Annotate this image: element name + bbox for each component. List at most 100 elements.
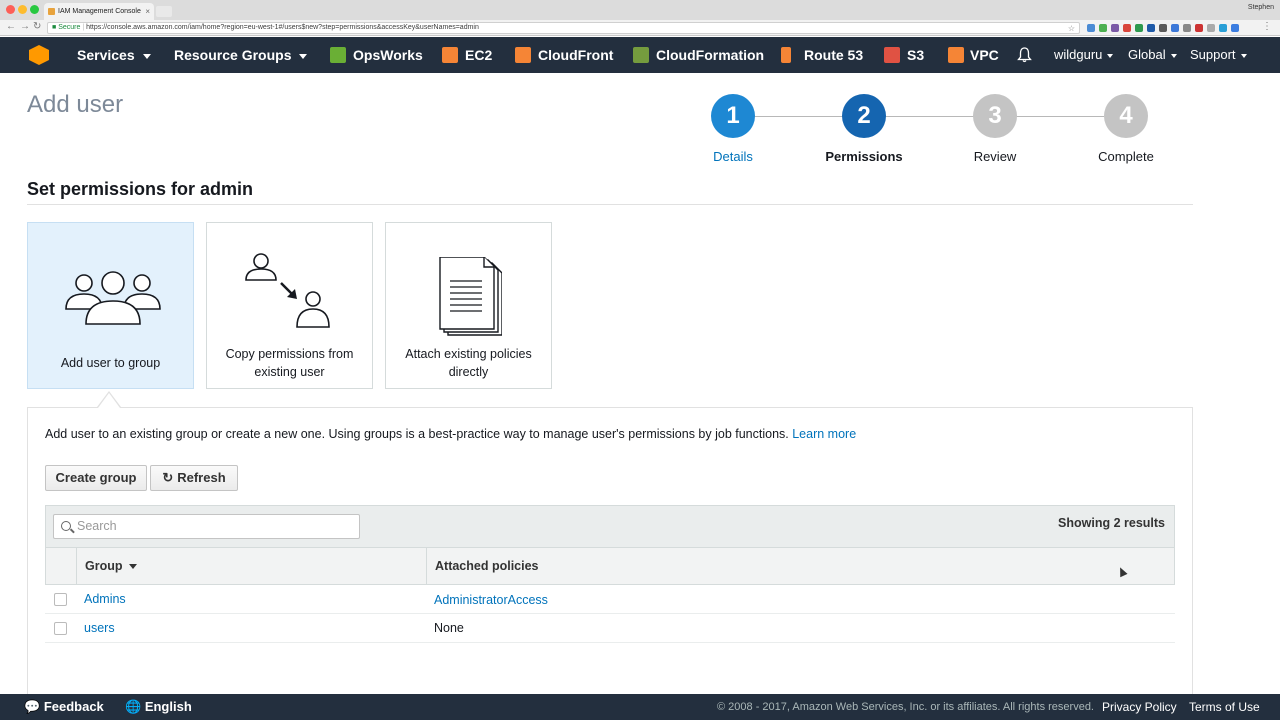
extension-icon[interactable] <box>1087 24 1095 32</box>
extension-icon[interactable] <box>1219 24 1227 32</box>
shortcut-cloudformation[interactable]: CloudFormation <box>656 37 764 73</box>
group-name-link[interactable]: users <box>84 614 115 643</box>
page-title: Add user <box>27 91 124 118</box>
cloudfront-icon <box>515 47 531 63</box>
bell-icon[interactable] <box>1017 47 1032 63</box>
new-tab-button[interactable] <box>156 6 172 17</box>
column-header-attached-policies[interactable]: Attached policies <box>435 548 539 584</box>
forward-arrow-icon[interactable]: → <box>20 21 30 32</box>
extension-icon[interactable] <box>1099 24 1107 32</box>
close-window-button[interactable] <box>6 5 15 14</box>
terms-of-use-link[interactable]: Terms of Use <box>1189 694 1260 720</box>
chevron-down-icon <box>1107 53 1114 58</box>
create-group-button[interactable]: Create group <box>45 465 147 491</box>
reload-icon[interactable]: ↻ <box>33 21 41 32</box>
column-divider <box>426 548 427 584</box>
copy-permissions-label-line1: Copy permissions from <box>225 347 354 361</box>
extension-icon[interactable] <box>1207 24 1215 32</box>
copyright-text: © 2008 - 2017, Amazon Web Services, Inc.… <box>717 701 1094 713</box>
step-3-label: Review <box>973 149 1017 164</box>
shortcut-s3[interactable]: S3 <box>907 37 924 73</box>
extension-icon[interactable] <box>1183 24 1191 32</box>
chevron-down-icon <box>142 53 151 59</box>
column-divider <box>76 548 77 584</box>
extension-icon[interactable] <box>1111 24 1119 32</box>
shortcut-vpc[interactable]: VPC <box>970 37 999 73</box>
extension-icon[interactable] <box>1123 24 1131 32</box>
language-selector[interactable]: 🌐 English <box>125 694 192 720</box>
globe-icon: 🌐 <box>125 699 142 714</box>
learn-more-link[interactable]: Learn more <box>792 427 856 441</box>
feedback-icon: 💬 <box>24 699 41 714</box>
aws-logo-icon[interactable] <box>29 45 49 65</box>
copy-user-arrow-icon <box>245 253 330 328</box>
table-row[interactable]: Admins AdministratorAccess <box>45 585 1175 614</box>
browser-toolbar: ← → ↻ ■ Secure | https://console.aws.ama… <box>0 20 1280 36</box>
privacy-policy-link[interactable]: Privacy Policy <box>1102 694 1177 720</box>
stepper-line <box>754 116 1104 117</box>
panel-description-text: Add user to an existing group or create … <box>45 427 789 441</box>
opsworks-icon <box>330 47 346 63</box>
maximize-window-button[interactable] <box>30 5 39 14</box>
copy-permissions-option[interactable]: Copy permissions from existing user <box>206 222 373 389</box>
console-footer: 💬 Feedback 🌐 English © 2008 - 2017, Amaz… <box>0 694 1280 720</box>
browser-tabbar: IAM Management Console × Stephen <box>0 0 1280 20</box>
extension-icon[interactable] <box>1147 24 1155 32</box>
vpc-icon <box>948 47 964 63</box>
policy-link[interactable]: AdministratorAccess <box>434 586 548 615</box>
row-checkbox[interactable] <box>54 593 67 606</box>
shortcut-cloudfront[interactable]: CloudFront <box>538 37 613 73</box>
shortcut-opsworks[interactable]: OpsWorks <box>353 37 423 73</box>
step-2-circle: 2 <box>842 94 886 138</box>
region-menu[interactable]: Global <box>1128 37 1177 73</box>
add-user-to-group-option[interactable]: Add user to group <box>27 222 194 389</box>
extension-icon[interactable] <box>1195 24 1203 32</box>
minimize-window-button[interactable] <box>18 5 27 14</box>
group-users-icon <box>65 271 161 325</box>
column-header-group[interactable]: Group <box>85 548 137 584</box>
step-2-label: Permissions <box>825 149 903 164</box>
add-user-to-group-label: Add user to group <box>60 356 161 370</box>
resource-groups-menu[interactable]: Resource Groups <box>174 37 308 73</box>
browser-menu-icon[interactable]: ⋮ <box>1262 21 1272 32</box>
policy-text: None <box>434 621 464 635</box>
row-checkbox[interactable] <box>54 622 67 635</box>
tab-close-icon[interactable]: × <box>145 3 150 20</box>
s3-icon <box>884 47 900 63</box>
sort-down-icon <box>128 564 137 570</box>
step-1-label[interactable]: Details <box>683 149 783 164</box>
group-name-link[interactable]: Admins <box>84 585 126 614</box>
browser-profile-name[interactable]: Stephen <box>1248 4 1274 11</box>
extension-icon[interactable] <box>1159 24 1167 32</box>
shortcut-ec2[interactable]: EC2 <box>465 37 492 73</box>
refresh-button[interactable]: ↻ Refresh <box>150 465 238 491</box>
support-menu[interactable]: Support <box>1190 37 1247 73</box>
url-text: https://console.aws.amazon.com/iam/home?… <box>86 24 479 31</box>
ec2-icon <box>442 47 458 63</box>
extension-icon[interactable] <box>1231 24 1239 32</box>
search-input[interactable]: Search <box>53 514 360 539</box>
browser-tab[interactable]: IAM Management Console × <box>44 3 154 20</box>
feedback-button[interactable]: 💬 Feedback <box>24 694 104 720</box>
table-row[interactable]: users None <box>45 614 1175 643</box>
star-icon[interactable]: ☆ <box>1068 24 1075 33</box>
step-4-circle: 4 <box>1104 94 1148 138</box>
attach-policies-label-line2: directly <box>448 365 489 379</box>
extension-icon[interactable] <box>1171 24 1179 32</box>
panel-description: Add user to an existing group or create … <box>45 427 856 441</box>
extension-icon[interactable] <box>1135 24 1143 32</box>
search-placeholder: Search <box>77 519 117 533</box>
route53-icon <box>781 47 791 63</box>
account-menu[interactable]: wildguru <box>1054 37 1114 73</box>
table-header: Group Attached policies <box>45 548 1175 585</box>
chevron-down-icon <box>1240 53 1247 58</box>
step-1-circle[interactable]: 1 <box>711 94 755 138</box>
services-menu[interactable]: Services <box>77 37 151 73</box>
attach-policies-option[interactable]: Attach existing policies directly <box>385 222 552 389</box>
address-bar[interactable]: ■ Secure | https://console.aws.amazon.co… <box>47 22 1080 34</box>
shortcut-route53[interactable]: Route 53 <box>804 37 863 73</box>
lock-icon: ■ <box>52 24 57 31</box>
tab-title: IAM Management Console <box>58 8 141 15</box>
secure-label: Secure <box>58 24 81 31</box>
back-arrow-icon[interactable]: ← <box>6 21 16 32</box>
